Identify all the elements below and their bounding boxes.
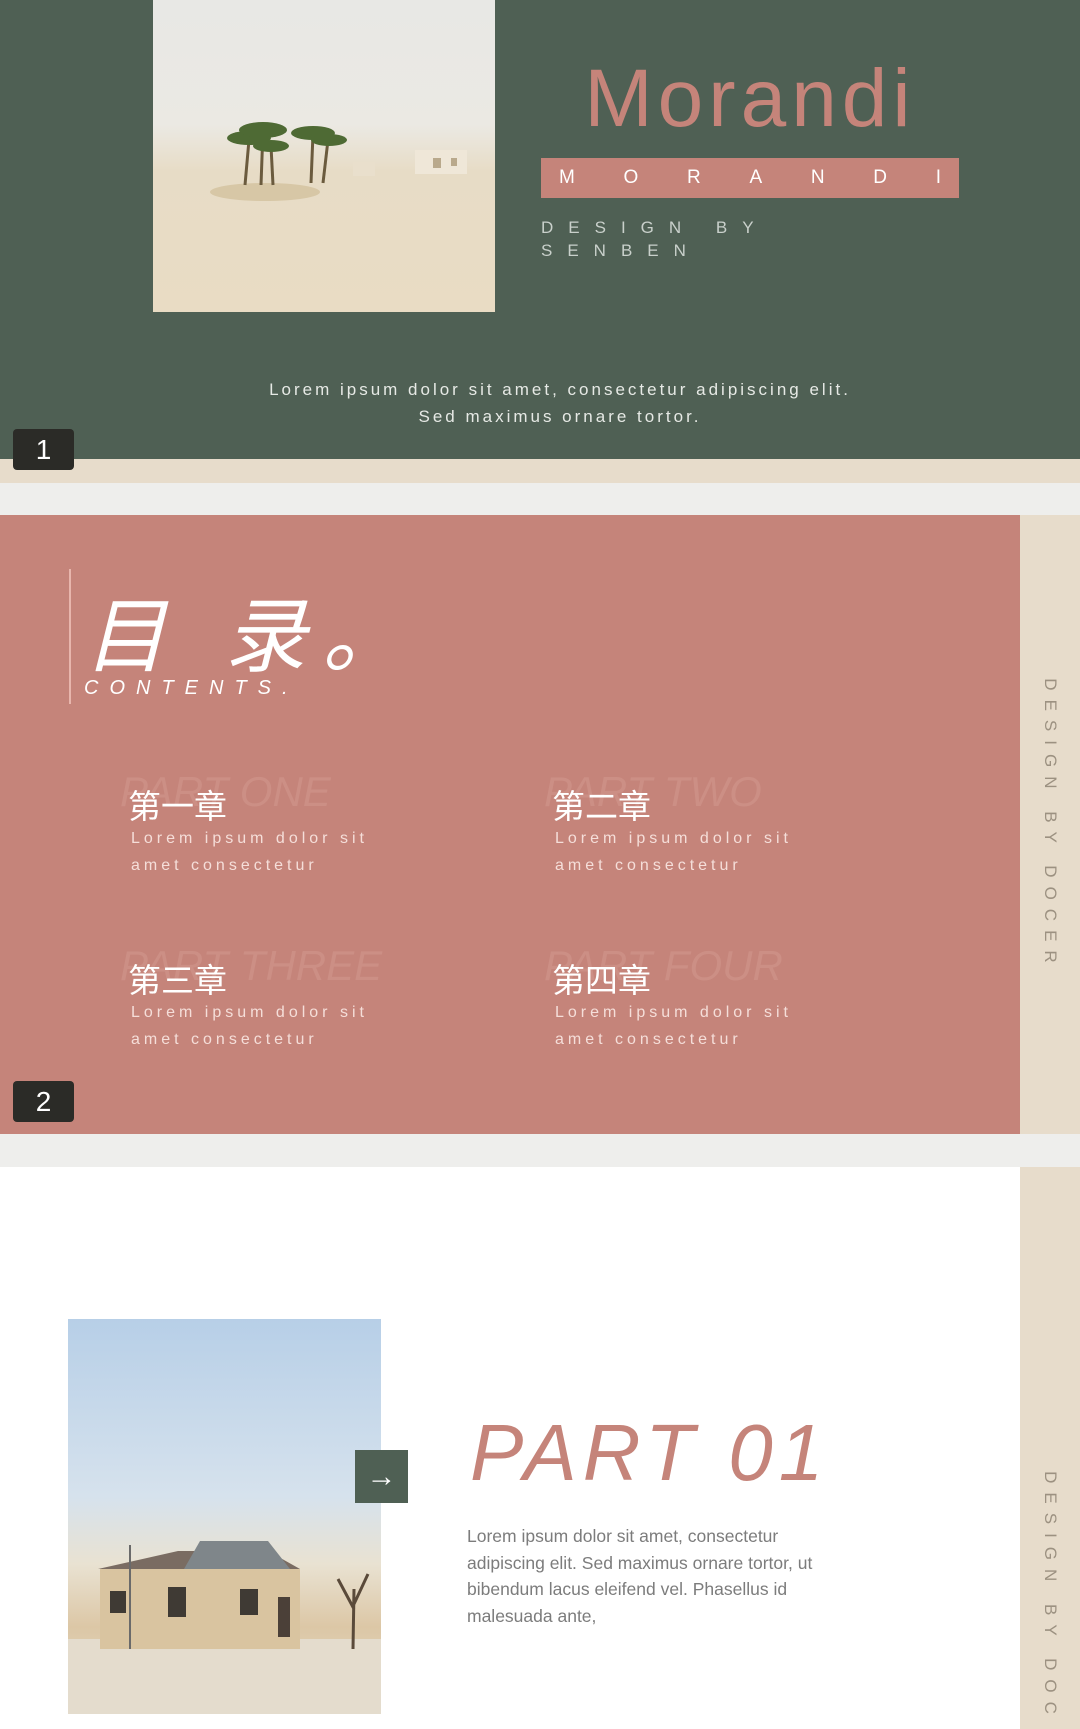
slide-number-badge: 1 [13, 429, 74, 470]
item-description: Lorem ipsum dolor sit amet consectetur [555, 825, 875, 879]
contents-item-1[interactable]: PART ONE 第一章 Lorem ipsum dolor sit amet … [120, 768, 488, 894]
contents-item-4[interactable]: PART FOUR 第四章 Lorem ipsum dolor sit amet… [544, 942, 912, 1068]
desc-line: amet consectetur [131, 857, 318, 874]
slide-2[interactable]: DESIGN BY DOCER 目 录。 CONTENTS. PART ONE … [0, 515, 1080, 1134]
part-body-text: Lorem ipsum dolor sit amet, consectetur … [467, 1526, 813, 1626]
band-letter: N [810, 167, 825, 188]
item-heading: 第三章 [128, 961, 227, 1000]
title-band: M O R A N D I [541, 158, 959, 198]
side-credit: DESIGN BY DOCER [1041, 677, 1060, 972]
desc-line: Lorem ipsum dolor sit [131, 830, 368, 847]
band-letter: M [559, 167, 575, 188]
desc-line: Lorem ipsum dolor sit [555, 830, 792, 847]
band-letter: A [749, 167, 763, 188]
band-letter: I [935, 167, 941, 188]
desc-line: Lorem ipsum dolor sit [131, 1004, 368, 1021]
design-by-line: DESIGN BY [541, 218, 769, 237]
contents-item-2[interactable]: PART TWO 第二章 Lorem ipsum dolor sit amet … [544, 768, 912, 894]
contents-item-3[interactable]: PART THREE 第三章 Lorem ipsum dolor sit ame… [120, 942, 488, 1068]
contents-divider [69, 569, 71, 704]
band-letter: R [687, 167, 701, 188]
slide-1[interactable]: Morandi M O R A N D I DESIGN BY SENBEN L… [0, 0, 1080, 483]
house-photo [68, 1319, 381, 1714]
desc-line: amet consectetur [555, 1031, 742, 1048]
item-description: Lorem ipsum dolor sit amet consectetur [131, 999, 451, 1053]
tagline: Lorem ipsum dolor sit amet, consectetur … [150, 376, 970, 430]
part-title: PART 01 [470, 1408, 830, 1497]
slide-number-badge: 2 [13, 1081, 74, 1122]
side-strip: DESIGN BY DOCER [1020, 515, 1080, 1134]
desc-line: Lorem ipsum dolor sit [555, 1004, 792, 1021]
side-strip: DESIGN BY DOC [1020, 1167, 1080, 1729]
slide-3[interactable]: DESIGN BY DOC → PART 01 Lorem ipsum dolo… [0, 1167, 1080, 1729]
contents-title: 目 录。 [84, 590, 421, 685]
band-letter: D [873, 167, 888, 188]
item-heading: 第四章 [552, 961, 651, 1000]
desc-line: amet consectetur [131, 1031, 318, 1048]
side-credit: DESIGN BY DOC [1041, 1471, 1060, 1723]
item-description: Lorem ipsum dolor sit amet consectetur [555, 999, 875, 1053]
item-heading: 第二章 [552, 787, 651, 826]
item-heading: 第一章 [128, 787, 227, 826]
band-letter: O [623, 167, 639, 188]
next-arrow-button[interactable]: → [355, 1450, 408, 1503]
designer-name: SENBEN [541, 241, 701, 260]
main-title: Morandi [584, 53, 916, 144]
desert-photo [153, 0, 495, 312]
tagline-line: Sed maximus ornare tortor. [418, 407, 702, 426]
item-description: Lorem ipsum dolor sit amet consectetur [131, 825, 451, 879]
tagline-line: Lorem ipsum dolor sit amet, consectetur … [269, 380, 851, 399]
desc-line: amet consectetur [555, 857, 742, 874]
design-by-credit: DESIGN BY SENBEN [541, 216, 841, 262]
contents-subtitle: CONTENTS. [84, 677, 299, 699]
